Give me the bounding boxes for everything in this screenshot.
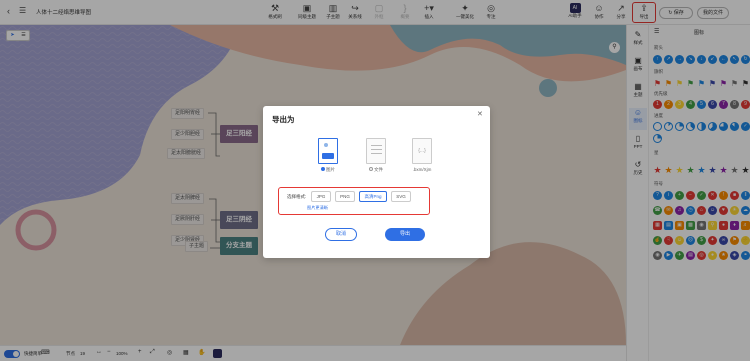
document-file-icon	[366, 138, 386, 164]
hd-hint-link[interactable]: 图片更清晰	[307, 205, 328, 211]
format-jpg-option[interactable]: JPG	[311, 191, 331, 202]
code-file-icon: {...}	[412, 138, 432, 164]
cancel-button[interactable]: 取消	[325, 228, 357, 241]
format-png-option[interactable]: PNG	[335, 191, 355, 202]
export-type-image[interactable]: 图片	[315, 138, 341, 173]
close-icon[interactable]: ✕	[477, 110, 483, 118]
dialog-title: 导出为	[272, 115, 295, 124]
export-type-file[interactable]: 文件	[363, 138, 389, 173]
format-svg-option[interactable]: SVG	[391, 191, 411, 202]
export-type-source[interactable]: {...} .bxm/Xjm	[409, 138, 435, 172]
export-confirm-button[interactable]: 导出	[385, 228, 425, 241]
format-label: 选择格式:	[287, 194, 307, 199]
radio-selected-icon	[321, 167, 325, 171]
radio-unselected-icon	[369, 167, 373, 171]
format-hd-png-option[interactable]: 高清Png	[359, 191, 387, 202]
image-file-icon	[318, 138, 338, 164]
export-dialog: 导出为 ✕ 图片 文件 {...} .bxm/Xjm 选择格式: JPG PNG…	[263, 106, 490, 258]
